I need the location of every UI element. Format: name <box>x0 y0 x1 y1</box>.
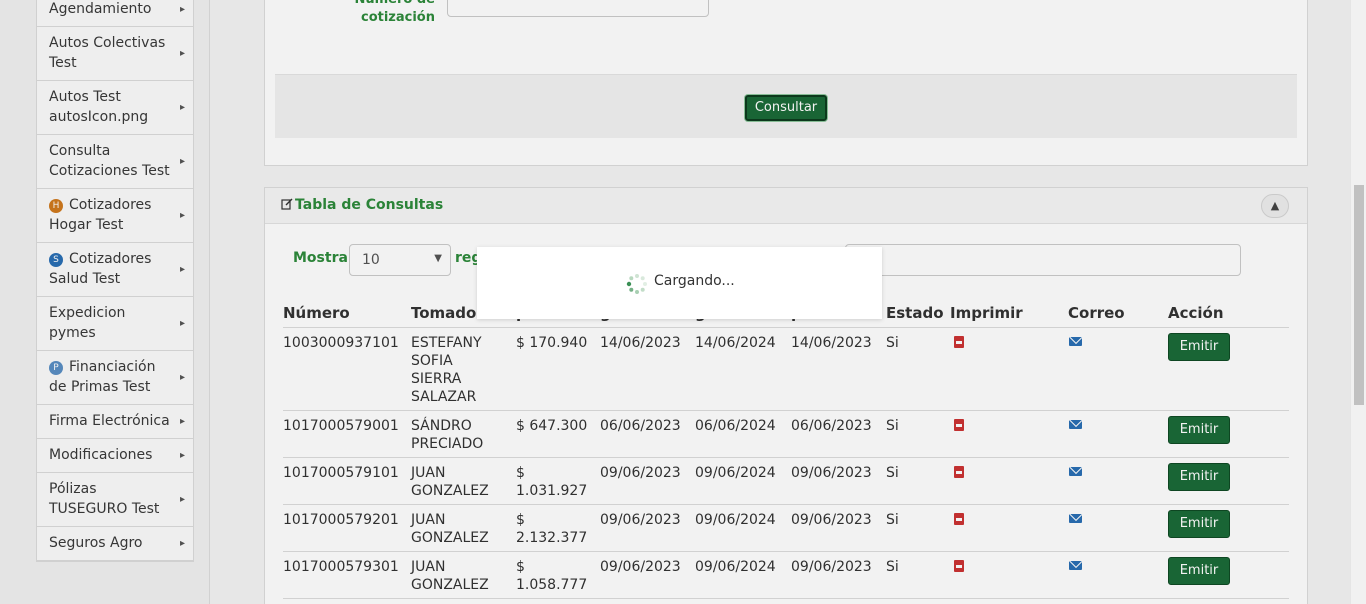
loading-text: Cargando... <box>654 273 735 289</box>
page-scrollbar[interactable] <box>1350 0 1366 604</box>
scrollbar-thumb[interactable] <box>1354 185 1364 405</box>
spinner-icon <box>626 274 647 294</box>
loading-dialog: Cargando... <box>477 247 882 319</box>
loading-overlay: Cargando... <box>0 0 1350 604</box>
